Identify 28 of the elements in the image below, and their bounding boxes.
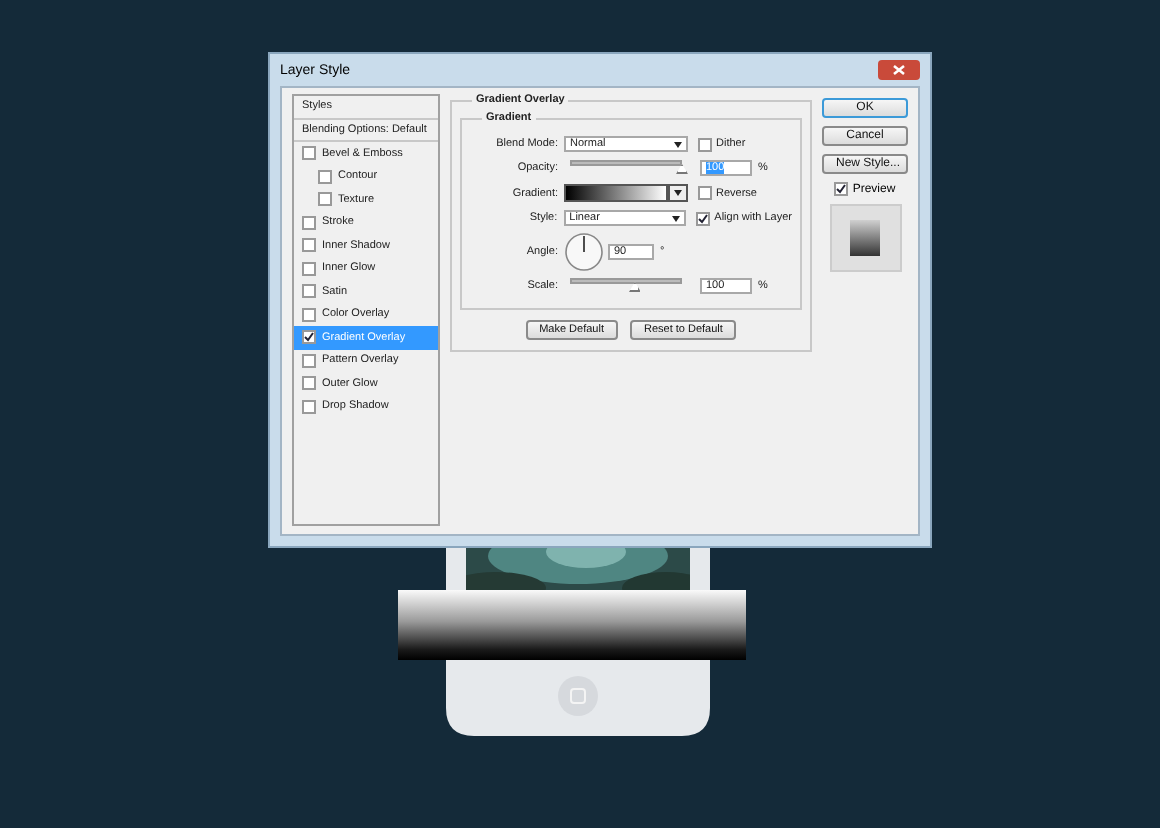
checkbox[interactable] <box>696 211 711 225</box>
checkbox[interactable] <box>302 399 316 414</box>
checkbox[interactable] <box>302 238 316 253</box>
checkbox[interactable] <box>302 284 316 299</box>
gradient-menu-button[interactable] <box>668 184 688 202</box>
checkbox[interactable] <box>302 376 316 391</box>
gradient-swatch[interactable] <box>564 184 668 202</box>
caret-icon <box>672 215 681 221</box>
slider-thumb[interactable] <box>676 164 688 174</box>
checkbox[interactable] <box>302 215 316 230</box>
checkbox[interactable] <box>698 137 712 151</box>
close-icon[interactable] <box>878 60 920 80</box>
checkbox[interactable] <box>318 192 332 207</box>
caret-icon <box>674 190 682 196</box>
checkbox[interactable] <box>698 186 712 200</box>
checkbox[interactable] <box>834 182 849 196</box>
preview-swatch <box>850 220 880 256</box>
slider-track[interactable] <box>564 278 688 294</box>
checkbox[interactable] <box>318 169 332 184</box>
caret-icon <box>674 141 682 147</box>
checkbox[interactable] <box>302 330 316 345</box>
checkbox[interactable] <box>302 353 316 368</box>
angle-dial[interactable] <box>564 232 604 272</box>
slider-thumb[interactable] <box>628 282 641 292</box>
checkbox[interactable] <box>302 261 316 276</box>
checkbox[interactable] <box>302 146 316 161</box>
slider-track[interactable] <box>564 160 688 176</box>
checkbox[interactable] <box>302 307 316 322</box>
